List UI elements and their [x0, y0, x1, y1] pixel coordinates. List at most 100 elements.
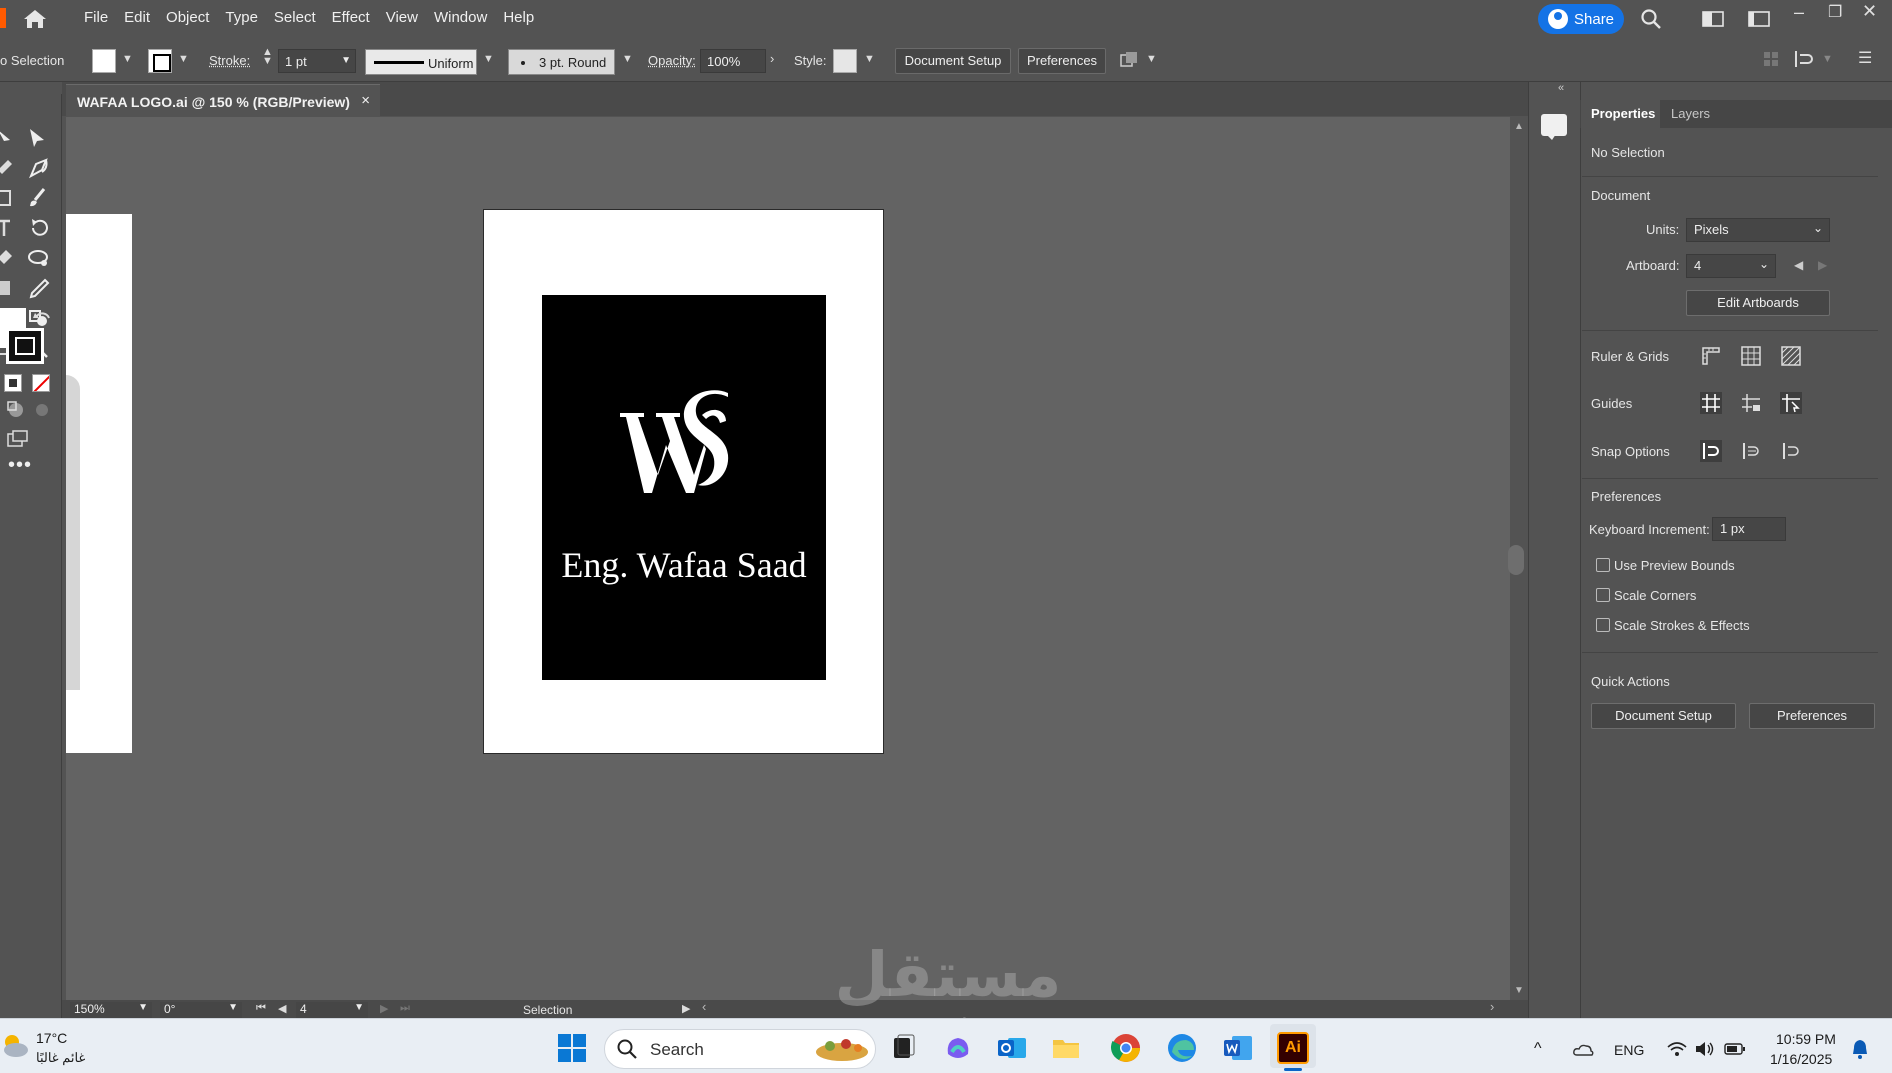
artboard-navigator-field[interactable]: 4 ▼: [296, 1002, 368, 1018]
opacity-arrow-icon[interactable]: ›: [770, 51, 774, 66]
menu-edit[interactable]: Edit: [116, 0, 158, 36]
logo-name-text[interactable]: Eng. Wafaa Saad: [542, 544, 826, 586]
menu-file[interactable]: File: [76, 0, 116, 36]
tab-properties[interactable]: Properties: [1591, 106, 1655, 121]
menu-effect[interactable]: Effect: [324, 0, 378, 36]
document-setup-button[interactable]: Document Setup: [895, 48, 1011, 74]
language-indicator[interactable]: ENG: [1614, 1042, 1644, 1058]
shape-builder-icon[interactable]: [26, 246, 52, 270]
rectangle-tool-icon[interactable]: [0, 186, 26, 210]
stroke-label[interactable]: Stroke:: [209, 53, 250, 68]
rotation-field[interactable]: 0° ▼: [160, 1002, 242, 1018]
workspace-icon[interactable]: [1702, 11, 1724, 27]
close-window-icon[interactable]: ✕: [1862, 1, 1877, 22]
weather-temperature[interactable]: 17°C: [36, 1030, 67, 1046]
style-dropdown-icon[interactable]: ▼: [864, 53, 875, 65]
task-view-icon[interactable]: [888, 1032, 920, 1064]
clock-date[interactable]: 1/16/2025: [1770, 1051, 1832, 1067]
outlook-icon[interactable]: [996, 1032, 1028, 1064]
minimize-icon[interactable]: –: [1794, 2, 1804, 23]
snap-toggle-icon[interactable]: [1794, 50, 1816, 68]
snap-to-pixel-icon[interactable]: [1740, 440, 1762, 462]
variable-width-profile[interactable]: Uniform: [365, 49, 477, 75]
chrome-icon[interactable]: [1110, 1032, 1142, 1064]
screen-mode-icon[interactable]: [6, 428, 32, 452]
scroll-left-icon[interactable]: ‹: [702, 999, 706, 1014]
use-preview-bounds-checkbox[interactable]: [1596, 558, 1610, 572]
keyboard-increment-field[interactable]: 1 px: [1712, 517, 1786, 541]
draw-behind-icon[interactable]: [30, 398, 56, 422]
collapse-panels-icon[interactable]: «: [1558, 82, 1564, 94]
battery-icon[interactable]: [1724, 1042, 1746, 1056]
menu-type[interactable]: Type: [217, 0, 266, 36]
stroke-dropdown-icon[interactable]: ▼: [178, 53, 189, 65]
panel-menu-icon[interactable]: ☰: [1858, 48, 1872, 68]
selection-tool-icon[interactable]: [0, 126, 26, 150]
last-artboard-icon[interactable]: ⏭: [400, 1002, 410, 1015]
menu-view[interactable]: View: [378, 0, 426, 36]
onedrive-icon[interactable]: [1572, 1041, 1594, 1057]
vertical-scroll-thumb[interactable]: [1508, 545, 1524, 575]
windows-start-icon[interactable]: [556, 1032, 588, 1064]
wifi-icon[interactable]: [1666, 1040, 1688, 1058]
menu-window[interactable]: Window: [426, 0, 495, 36]
previous-artboard-icon[interactable]: ◀: [1794, 258, 1803, 272]
fill-swatch[interactable]: [92, 49, 116, 73]
eraser-tool-icon[interactable]: [0, 246, 26, 270]
brush-definition[interactable]: 3 pt. Round: [508, 49, 615, 75]
opacity-field[interactable]: 100%: [700, 49, 766, 73]
direct-selection-tool-icon[interactable]: [26, 126, 52, 150]
show-guides-icon[interactable]: [1700, 392, 1722, 414]
color-mode-icon[interactable]: [4, 374, 22, 392]
ws-monogram[interactable]: [614, 385, 754, 505]
paintbrush-tool-icon[interactable]: [26, 186, 52, 210]
type-tool-icon[interactable]: [0, 216, 26, 240]
gradient-tool-icon[interactable]: [0, 276, 26, 300]
edge-icon[interactable]: [1166, 1032, 1198, 1064]
more-tools-icon[interactable]: •••: [8, 454, 32, 477]
graphic-style-swatch[interactable]: [833, 49, 857, 73]
rotate-tool-icon[interactable]: [26, 216, 52, 240]
eyedropper-tool-icon[interactable]: [26, 276, 52, 300]
next-artboard-icon[interactable]: ▶: [380, 1002, 388, 1015]
close-tab-icon[interactable]: ×: [361, 92, 370, 109]
notification-bell-icon[interactable]: [1850, 1038, 1870, 1060]
clock-time[interactable]: 10:59 PM: [1776, 1031, 1836, 1047]
transparency-grid-icon[interactable]: [1780, 345, 1802, 367]
lock-guides-icon[interactable]: [1740, 392, 1762, 414]
units-select[interactable]: Pixels ⌄: [1686, 218, 1830, 242]
weather-icon[interactable]: [0, 1030, 32, 1062]
swap-colors-icon[interactable]: [32, 308, 58, 332]
pen-tool-icon[interactable]: [0, 156, 26, 180]
scroll-up-icon[interactable]: ▲: [1514, 121, 1524, 132]
status-menu-arrow-icon[interactable]: ▶: [682, 1002, 690, 1015]
arrange-icon[interactable]: [1118, 50, 1140, 72]
volume-icon[interactable]: [1694, 1040, 1716, 1058]
scale-strokes-checkbox[interactable]: [1596, 618, 1610, 632]
snap-dropdown-icon[interactable]: ▼: [1822, 53, 1833, 65]
arrange-documents-icon[interactable]: [1748, 11, 1770, 27]
file-explorer-icon[interactable]: [1050, 1032, 1082, 1064]
artboard-select[interactable]: 4 ⌄: [1686, 254, 1776, 278]
menu-select[interactable]: Select: [266, 0, 324, 36]
align-icon[interactable]: [1762, 50, 1780, 68]
comments-icon[interactable]: [1541, 114, 1567, 140]
rulers-icon[interactable]: [1700, 345, 1722, 367]
snap-to-glyph-icon[interactable]: [1780, 440, 1802, 462]
fill-dropdown-icon[interactable]: ▼: [122, 53, 133, 65]
stroke-swatch[interactable]: [148, 49, 172, 73]
opacity-label[interactable]: Opacity:: [648, 53, 696, 68]
search-icon[interactable]: [1640, 8, 1662, 30]
profile-dropdown-icon[interactable]: ▼: [483, 53, 494, 65]
previous-artboard-icon[interactable]: ◀: [278, 1002, 286, 1015]
illustrator-taskbar-icon[interactable]: Ai: [1277, 1032, 1309, 1064]
grid-icon[interactable]: [1740, 345, 1762, 367]
word-icon[interactable]: [1222, 1032, 1254, 1064]
document-tab[interactable]: WAFAA LOGO.ai @ 150 % (RGB/Preview) ×: [66, 84, 380, 117]
draw-mode-icon[interactable]: [4, 398, 30, 422]
arrange-dropdown-icon[interactable]: ▼: [1146, 53, 1157, 65]
quick-document-setup-button[interactable]: Document Setup: [1591, 703, 1736, 729]
snap-to-point-icon[interactable]: [1700, 440, 1722, 462]
none-color-icon[interactable]: [32, 374, 50, 392]
brush-dropdown-icon[interactable]: ▼: [622, 53, 633, 65]
